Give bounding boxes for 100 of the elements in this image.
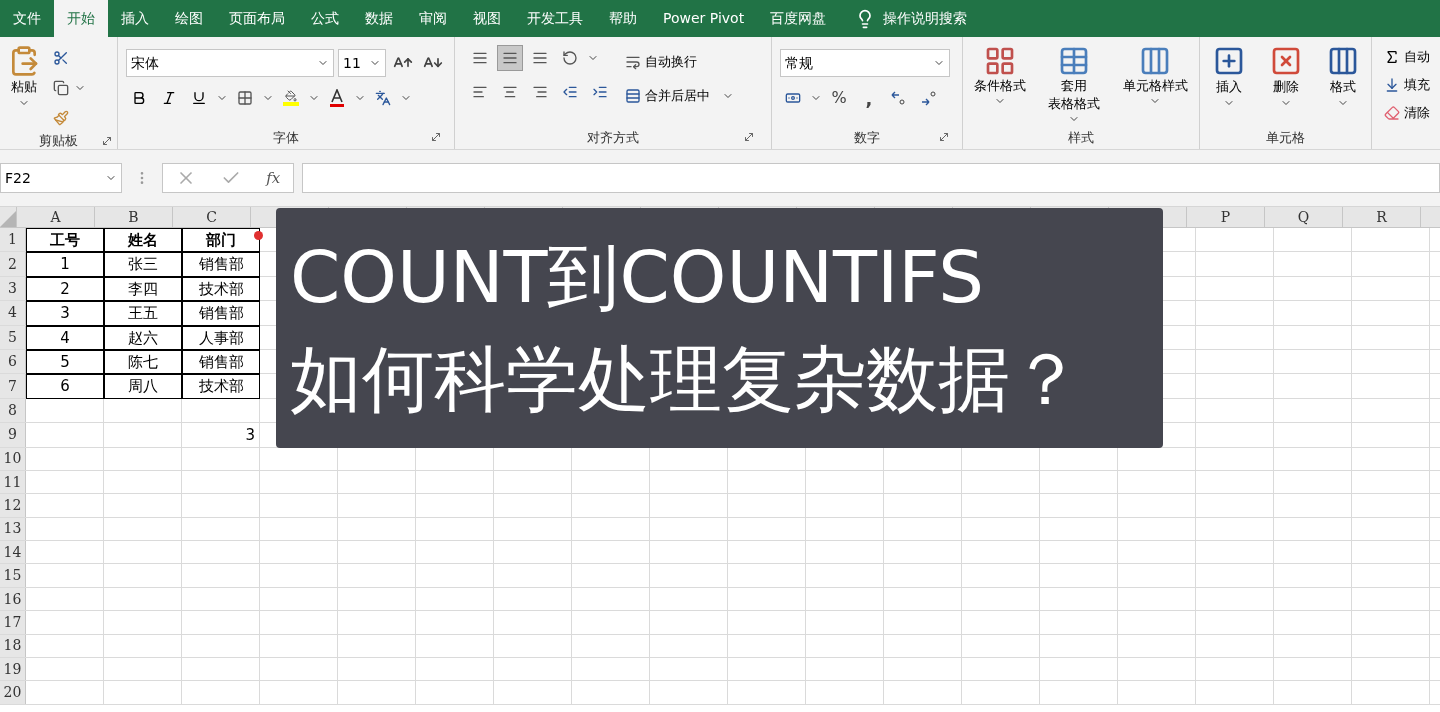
table-cell: 王五 [104, 301, 182, 326]
style-button[interactable]: 套用 表格格式 [1048, 45, 1101, 113]
font-color-icon [329, 89, 345, 107]
table-cell: 赵六 [104, 325, 182, 350]
table-cell: 销售部 [182, 301, 260, 326]
style-button[interactable]: 条件格式 [974, 45, 1027, 95]
rotate-icon [562, 50, 578, 66]
align-lines-icon [472, 50, 488, 66]
italic-icon [161, 90, 177, 106]
align-lines-icon [502, 50, 518, 66]
ribbon-tab[interactable]: 数据 [352, 0, 406, 37]
eraser-icon [1384, 105, 1400, 121]
table-cell: 姓名 [104, 228, 182, 253]
row-header[interactable]: 9 [0, 423, 26, 447]
font-size-field[interactable]: 11 [338, 49, 386, 77]
wrap-text-icon [625, 54, 641, 70]
ribbon-tab[interactable]: 开发工具 [514, 0, 596, 37]
table-cell: 部门 [182, 228, 260, 253]
ribbon-tab[interactable]: 百度网盘 [757, 0, 840, 37]
name-box[interactable]: F22 [0, 163, 122, 193]
tell-me-search[interactable]: 操作说明搜索 [883, 8, 968, 29]
formula-input[interactable] [302, 163, 1440, 193]
column-header[interactable]: B [95, 207, 173, 227]
group-label: 字体 [273, 129, 299, 148]
table-cell: 陈七 [104, 349, 182, 375]
ribbon-tab[interactable]: 绘图 [162, 0, 216, 37]
align-lines-icon [532, 50, 548, 66]
ribbon-tab[interactable]: 开始 [54, 0, 108, 37]
column-header[interactable]: Q [1265, 207, 1343, 227]
merge-center-button[interactable]: 合并后居中 [625, 83, 710, 109]
group-label: 剪贴板 [39, 132, 78, 150]
increase-indent-icon [592, 84, 608, 100]
row-header[interactable]: 4 [0, 301, 26, 325]
paint-bucket-icon [283, 90, 299, 106]
row-header[interactable]: 19 [0, 658, 26, 681]
phonetic-icon [375, 90, 391, 106]
column-header[interactable]: C [173, 207, 251, 227]
editing-button[interactable]: 填充 [1384, 73, 1440, 97]
font-size-value: 11 [343, 53, 361, 73]
table-cell: 5 [26, 349, 104, 375]
insert-function-button[interactable]: fx [266, 166, 281, 190]
ribbon-tab[interactable]: 审阅 [406, 0, 460, 37]
ribbon-tab[interactable]: 页面布局 [216, 0, 298, 37]
banknote-icon [785, 90, 801, 106]
row-header[interactable]: 20 [0, 681, 26, 704]
group-label: 单元格 [1266, 129, 1305, 148]
row-header[interactable]: 17 [0, 611, 26, 634]
underline-icon [191, 90, 207, 106]
align-left-icon [472, 84, 488, 100]
table-cell: 6 [26, 374, 104, 399]
row-header[interactable]: 11 [0, 470, 26, 494]
cell-reference: F22 [5, 168, 31, 188]
paste-button[interactable]: 粘贴 [8, 45, 40, 109]
ribbon-tab[interactable]: 插入 [108, 0, 162, 37]
cells-button[interactable]: 删除 [1269, 45, 1302, 97]
editing-button[interactable]: 自动 [1384, 45, 1440, 69]
row-header[interactable]: 5 [0, 325, 26, 349]
row-header[interactable]: 15 [0, 564, 26, 587]
column-header[interactable]: R [1343, 207, 1421, 227]
ribbon-tab[interactable]: 公式 [298, 0, 352, 37]
row-header[interactable]: 7 [0, 374, 26, 398]
ribbon-tab[interactable]: 文件 [0, 0, 54, 37]
font-name-value: 宋体 [131, 53, 159, 73]
borders-icon [237, 90, 253, 106]
cells-button[interactable]: 插入 [1212, 45, 1245, 97]
bold-icon [131, 90, 147, 106]
row-header[interactable]: 10 [0, 447, 26, 470]
comma-button[interactable]: , [856, 85, 882, 111]
wrap-text-button[interactable]: 自动换行 [625, 49, 734, 75]
ribbon-tab[interactable]: Power Pivot [650, 0, 758, 37]
ribbon-tab[interactable]: 视图 [460, 0, 514, 37]
editing-button[interactable]: 清除 [1384, 101, 1440, 125]
row-header[interactable]: 6 [0, 349, 26, 374]
row-header[interactable]: 3 [0, 276, 26, 301]
paintbrush-icon [53, 110, 69, 126]
row-header[interactable]: 13 [0, 517, 26, 541]
group-label: 数字 [854, 129, 880, 148]
table-cell: 技术部 [182, 276, 260, 302]
cells-button[interactable]: 格式 [1326, 45, 1359, 97]
ribbon-tab[interactable]: 帮助 [596, 0, 650, 37]
column-header[interactable]: A [17, 207, 95, 227]
column-header[interactable]: P [1187, 207, 1265, 227]
row-header[interactable]: 16 [0, 587, 26, 611]
overlay-title-line: COUNT到COUNTIFS [290, 234, 986, 321]
percent-button[interactable]: % [826, 85, 852, 111]
group-label: 样式 [1068, 129, 1094, 148]
vertical-align-button[interactable] [497, 45, 523, 71]
overlay-title-line: 如何科学处理复杂数据？ [290, 336, 1083, 423]
table-cell: 李四 [104, 276, 182, 302]
style-button[interactable]: 单元格样式 [1122, 45, 1188, 95]
number-format-field[interactable]: 常规 [780, 49, 950, 77]
row-header[interactable]: 14 [0, 541, 26, 564]
row-header[interactable]: 12 [0, 494, 26, 517]
row-header[interactable]: 1 [0, 228, 26, 252]
number-format-value: 常规 [785, 53, 813, 73]
align-right-icon [532, 84, 548, 100]
row-header[interactable]: 8 [0, 398, 26, 423]
row-header[interactable]: 18 [0, 634, 26, 658]
font-name-field[interactable]: 宋体 [126, 49, 334, 77]
row-header[interactable]: 2 [0, 252, 26, 276]
